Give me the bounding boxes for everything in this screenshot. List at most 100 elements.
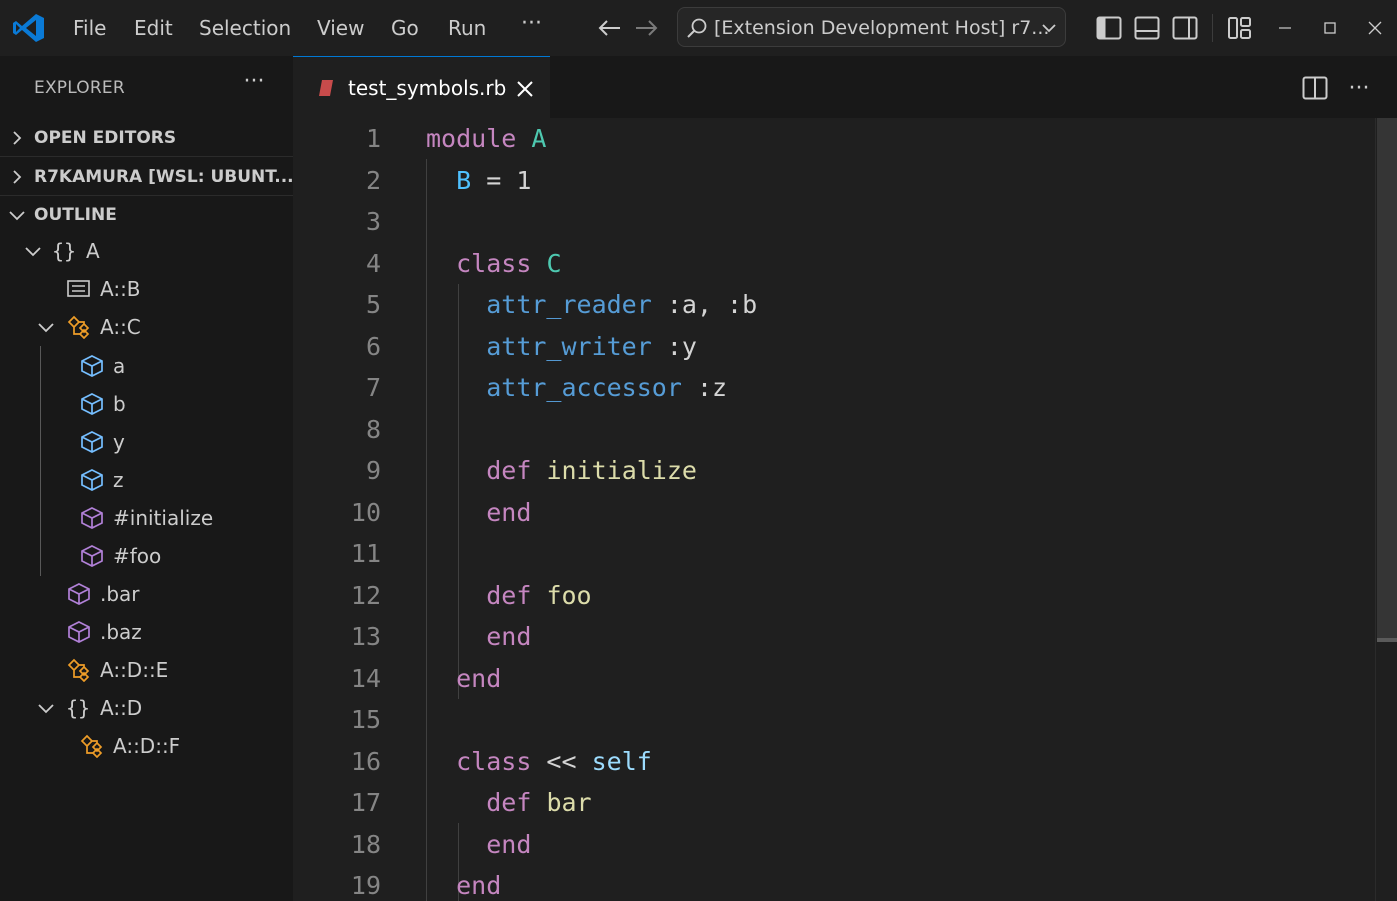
explorer-sidebar: EXPLORER ··· OPEN EDITORS R7KAMURA [WSL:… — [0, 56, 294, 901]
close-icon[interactable] — [513, 77, 537, 101]
line-number: 17 — [350, 788, 381, 817]
outline-item-field[interactable]: z — [0, 461, 293, 499]
outline-item-field[interactable]: a — [0, 347, 293, 385]
method-symbol-icon — [68, 583, 90, 605]
code-line[interactable]: 11 — [293, 533, 1373, 575]
code-line[interactable]: 1 module A — [293, 118, 1373, 160]
code-line[interactable]: 16 class << self — [293, 741, 1373, 783]
code-line[interactable]: 19 end — [293, 865, 1373, 901]
command-center[interactable]: [Extension Development Host] r7... — [677, 7, 1066, 47]
section-open-editors[interactable]: OPEN EDITORS — [0, 119, 293, 157]
code-text: module A — [426, 118, 546, 160]
line-number: 12 — [350, 580, 381, 610]
code-token: :a, :b — [651, 290, 758, 319]
code-line[interactable]: 3 — [293, 201, 1373, 243]
scrollbar-thumb[interactable] — [1377, 118, 1397, 638]
line-number: 14 — [350, 663, 381, 693]
code-line[interactable]: 8 — [293, 409, 1373, 451]
section-outline[interactable]: OUTLINE — [0, 196, 293, 234]
outline-item-module-ad[interactable]: {} A::D — [0, 689, 293, 727]
code-line[interactable]: 10 end — [293, 492, 1373, 534]
method-symbol-icon — [68, 621, 90, 643]
class-symbol-icon — [80, 734, 103, 758]
back-arrow-icon[interactable] — [593, 12, 625, 44]
chevron-down-icon[interactable] — [1041, 20, 1057, 36]
outline-item-field[interactable]: y — [0, 423, 293, 461]
code-token: << — [531, 746, 592, 776]
outline-item-method[interactable]: .bar — [0, 575, 293, 613]
explorer-title: EXPLORER — [34, 78, 125, 98]
outline-item-class[interactable]: A::D::E — [0, 651, 293, 689]
close-window-icon[interactable] — [1359, 12, 1391, 44]
outline-item-class[interactable]: A::D::F — [0, 727, 293, 765]
tab-test-symbols[interactable]: test_symbols.rb — [293, 56, 550, 118]
code-line[interactable]: 13 end — [293, 616, 1373, 658]
code-token: end — [486, 622, 532, 651]
code-token: def — [486, 788, 532, 817]
editor-more-actions-icon[interactable]: ··· — [1343, 72, 1375, 104]
code-editor[interactable]: 1 module A2 B = 134 class C5 attr_reader … — [293, 118, 1373, 901]
outline-item-field[interactable]: b — [0, 385, 293, 423]
customize-layout-icon[interactable] — [1224, 12, 1256, 44]
title-bar: File Edit Selection View Go Run ··· [Ext… — [0, 0, 1397, 56]
code-line[interactable]: 7 attr_accessor :z — [293, 367, 1373, 409]
menu-go[interactable]: Go — [391, 14, 419, 42]
code-text: end — [426, 824, 531, 866]
code-line[interactable]: 12 def foo — [293, 575, 1373, 617]
module-symbol-icon: {} — [52, 239, 77, 263]
toggle-panel-icon[interactable] — [1131, 12, 1163, 44]
section-label: R7KAMURA [WSL: UBUNT... — [34, 167, 294, 187]
method-symbol-icon — [81, 545, 103, 567]
outline-item-method[interactable]: #initialize — [0, 499, 293, 537]
outline-label: A::D — [100, 696, 143, 720]
section-workspace[interactable]: R7KAMURA [WSL: UBUNT... — [0, 158, 294, 196]
tab-label: test_symbols.rb — [348, 76, 507, 100]
code-line[interactable]: 6 attr_writer :y — [293, 326, 1373, 368]
line-number: 10 — [350, 497, 381, 527]
menu-view[interactable]: View — [317, 14, 364, 42]
menu-file[interactable]: File — [73, 14, 106, 42]
outline-item-class-ac[interactable]: A::C — [0, 308, 293, 346]
code-token: B — [456, 165, 472, 195]
minimize-icon[interactable] — [1269, 12, 1301, 44]
toggle-secondary-sidebar-icon[interactable] — [1169, 12, 1201, 44]
code-line[interactable]: 9 def initialize — [293, 450, 1373, 492]
code-line[interactable]: 2 B = 1 — [293, 160, 1373, 202]
vscode-logo-icon[interactable] — [12, 12, 46, 44]
line-number: 18 — [350, 829, 381, 859]
editor-area: test_symbols.rb ··· 1 module A2 B = 134 c… — [293, 56, 1397, 901]
code-text: end — [426, 616, 531, 658]
outline-item-method[interactable]: #foo — [0, 537, 293, 575]
code-line[interactable]: 5 attr_reader :a, :b — [293, 284, 1373, 326]
code-line[interactable]: 18 end — [293, 824, 1373, 866]
code-line[interactable]: 14 end — [293, 658, 1373, 700]
code-line[interactable]: 17 def bar — [293, 782, 1373, 824]
code-text: def bar — [426, 782, 591, 824]
menu-more-button[interactable]: ··· — [521, 10, 542, 38]
chevron-down-icon — [38, 323, 54, 333]
line-number: 16 — [350, 746, 381, 776]
code-line[interactable]: 4 class C — [293, 243, 1373, 285]
outline-item-method[interactable]: .baz — [0, 613, 293, 651]
menu-edit[interactable]: Edit — [134, 14, 173, 42]
field-symbol-icon — [81, 393, 103, 415]
menu-run[interactable]: Run — [448, 14, 486, 42]
outline-item-module-a[interactable]: {} A — [0, 232, 293, 270]
forward-arrow-icon[interactable] — [631, 12, 663, 44]
line-number: 7 — [365, 373, 381, 402]
editor-scrollbar[interactable] — [1375, 118, 1397, 901]
maximize-icon[interactable] — [1314, 12, 1346, 44]
split-editor-icon[interactable] — [1299, 72, 1331, 104]
code-line[interactable]: 15 — [293, 699, 1373, 741]
explorer-more-button[interactable]: ··· — [240, 70, 268, 98]
code-text: end — [426, 492, 531, 534]
menu-selection[interactable]: Selection — [199, 14, 291, 42]
outline-item-constant[interactable]: A::B — [0, 270, 293, 308]
toggle-primary-sidebar-icon[interactable] — [1093, 12, 1125, 44]
